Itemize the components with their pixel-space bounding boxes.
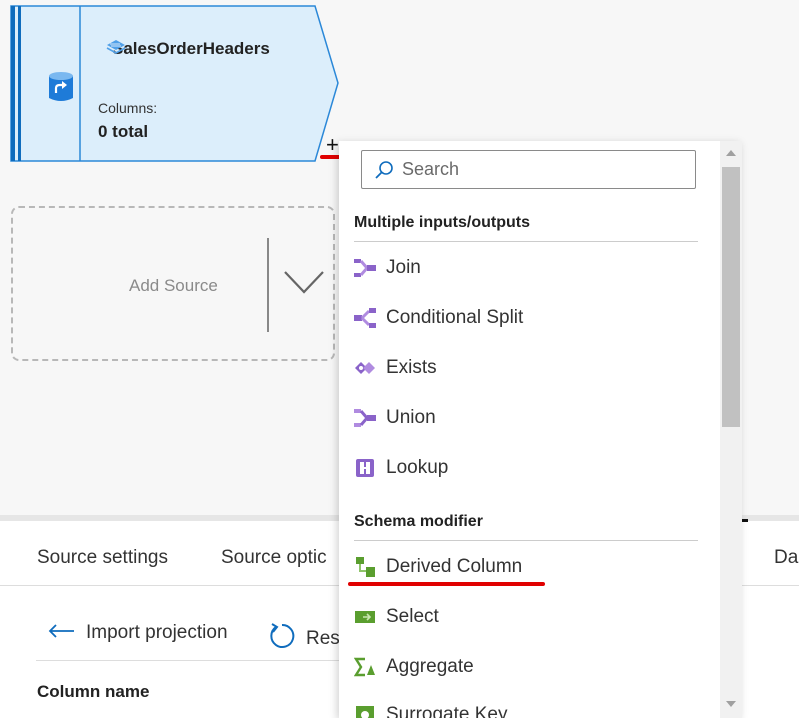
search-box[interactable]	[361, 150, 696, 189]
import-projection-button[interactable]: Import projection	[48, 622, 228, 644]
menu-item-label: Union	[386, 407, 436, 428]
derived-column-icon	[354, 556, 376, 578]
columns-value: 0 total	[98, 122, 149, 141]
select-icon	[354, 606, 376, 628]
add-source-label: Add Source	[129, 276, 218, 295]
menu-item-label: Conditional Split	[386, 307, 524, 328]
source-node[interactable]: SalesOrderHeaders Columns: 0 total	[10, 5, 340, 163]
add-transformation-button[interactable]: +	[326, 134, 339, 156]
menu-item-label: Aggregate	[386, 656, 474, 677]
section-title-multiple: Multiple inputs/outputs	[354, 214, 530, 231]
search-input[interactable]	[400, 158, 684, 181]
scroll-thumb[interactable]	[722, 167, 740, 427]
menu-item-label: Join	[386, 257, 421, 278]
import-projection-label: Import projection	[86, 622, 228, 643]
add-source-divider	[267, 238, 269, 332]
menu-item-label: Surrogate Key	[386, 704, 508, 718]
highlight-underline-derived-column	[348, 582, 545, 586]
tab-source-settings[interactable]: Source settings	[37, 547, 168, 569]
node-title-text: SalesOrderHeaders	[112, 39, 270, 58]
add-source-box[interactable]: Add Source	[11, 206, 335, 361]
surrogate-key-icon	[354, 704, 376, 718]
lookup-icon	[354, 457, 376, 479]
tab-source-options[interactable]: Source optic	[221, 547, 327, 569]
transformation-menu: Multiple inputs/outputs Join Conditional…	[339, 141, 742, 718]
menu-item-lookup[interactable]: Lookup	[354, 457, 448, 479]
menu-item-label: Select	[386, 606, 439, 627]
scroll-down-arrow-icon[interactable]	[726, 701, 736, 707]
menu-item-label: Derived Column	[386, 556, 523, 577]
menu-item-select[interactable]: Select	[354, 606, 439, 628]
reset-button[interactable]: Res	[268, 622, 340, 656]
toolbar-divider	[36, 660, 346, 661]
menu-scrollbar[interactable]	[720, 141, 742, 718]
conditional-split-icon	[354, 307, 376, 329]
scroll-up-arrow-icon[interactable]	[726, 150, 736, 156]
menu-item-surrogate-key[interactable]: Surrogate Key	[354, 704, 507, 718]
aggregate-icon	[354, 656, 376, 678]
reset-label: Res	[306, 628, 340, 649]
section-title-schema: Schema modifier	[354, 513, 483, 530]
menu-item-label: Exists	[386, 357, 437, 378]
refresh-icon	[268, 622, 296, 656]
menu-item-exists[interactable]: Exists	[354, 357, 437, 379]
join-icon	[354, 257, 376, 279]
union-icon	[354, 407, 376, 429]
menu-item-union[interactable]: Union	[354, 407, 436, 429]
search-icon	[374, 160, 394, 180]
arrow-left-icon	[48, 622, 76, 644]
menu-item-conditional-split[interactable]: Conditional Split	[354, 307, 523, 329]
menu-item-label: Lookup	[386, 457, 449, 478]
node-title: SalesOrderHeaders	[106, 39, 270, 59]
section-divider	[354, 540, 698, 541]
section-divider	[354, 241, 698, 242]
menu-item-join[interactable]: Join	[354, 257, 421, 279]
chevron-down-icon[interactable]	[283, 268, 325, 301]
column-name-header: Column name	[37, 682, 150, 701]
menu-item-aggregate[interactable]: Aggregate	[354, 656, 474, 678]
menu-item-derived-column[interactable]: Derived Column	[354, 556, 522, 578]
tab-data-preview[interactable]: Da	[774, 547, 798, 569]
columns-label: Columns:	[98, 100, 158, 116]
exists-icon	[354, 357, 376, 379]
